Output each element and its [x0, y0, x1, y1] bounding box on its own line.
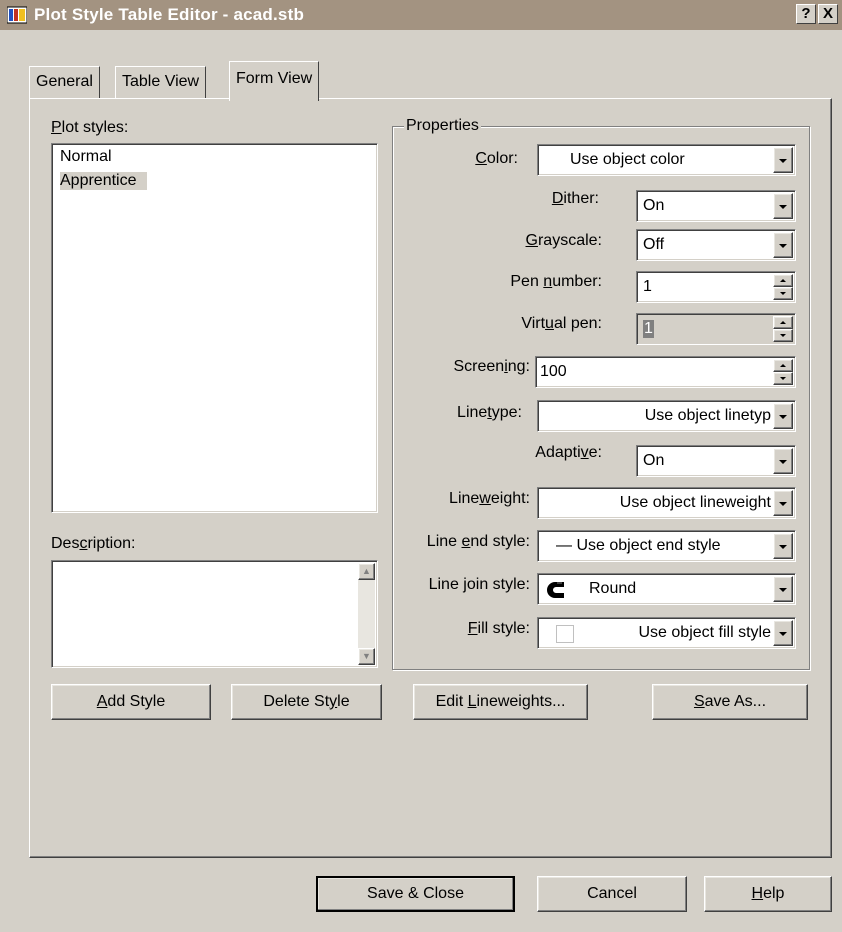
fill-style-label: Fill style: [467, 620, 530, 637]
plot-styles-label: Plot styles: [51, 119, 129, 136]
line-join-style-combo[interactable]: Round [537, 573, 796, 605]
tab-label: Form View [236, 70, 313, 87]
properties-legend: Properties [404, 117, 481, 135]
fill-style-value: Use object fill style [638, 624, 772, 641]
list-item[interactable]: Normal [60, 148, 112, 166]
line-end-style-combo[interactable]: — Use object end style [537, 530, 796, 562]
linetype-value: Use object linetyp [644, 407, 771, 424]
screening-value: 100 [540, 363, 567, 380]
cancel-button[interactable]: Cancel [537, 876, 687, 912]
line-join-style-value: Round [589, 580, 637, 597]
color-combo[interactable]: Use object color [537, 144, 796, 176]
grayscale-value: Off [643, 236, 665, 253]
spin-up-icon[interactable] [773, 274, 793, 287]
line-end-style-label: Line end style: [426, 533, 530, 550]
pen-number-label: Pen number: [510, 273, 602, 290]
chevron-down-icon[interactable] [773, 147, 793, 173]
round-join-icon [547, 582, 564, 598]
window-title: Plot Style Table Editor - acad.stb [34, 5, 305, 24]
save-as-button[interactable]: Save As... [652, 684, 808, 720]
color-label: Color: [475, 150, 518, 167]
tab-form-view[interactable]: Form View [229, 61, 320, 101]
chevron-down-icon[interactable] [773, 193, 793, 219]
lineweight-value: Use object lineweight [619, 494, 771, 511]
title-bar[interactable]: Plot Style Table Editor - acad.stb ? X [0, 0, 842, 30]
spin-down-icon[interactable] [773, 287, 793, 300]
help-title-button[interactable]: ? [796, 4, 816, 24]
chevron-down-icon[interactable] [773, 576, 793, 602]
tab-label: General [36, 73, 93, 90]
plot-styles-list[interactable]: Normal Apprentice [51, 143, 378, 513]
chevron-down-icon[interactable] [773, 533, 793, 559]
linetype-combo[interactable]: Use object linetyp [537, 400, 796, 432]
dither-combo[interactable]: On [636, 190, 796, 222]
chevron-down-icon[interactable] [773, 448, 793, 474]
spin-down-icon[interactable] [773, 329, 793, 342]
tab-general[interactable]: General [29, 66, 100, 98]
description-scrollbar[interactable]: ▲ ▼ [358, 563, 375, 665]
lineweight-label: Lineweight: [449, 490, 530, 507]
virtual-pen-value: 1 [643, 320, 654, 338]
virtual-pen-label: Virtual pen: [521, 315, 602, 332]
chevron-down-icon[interactable] [773, 232, 793, 258]
grayscale-combo[interactable]: Off [636, 229, 796, 261]
spin-down-icon[interactable] [773, 372, 793, 385]
virtual-pen-spinner[interactable]: 1 [636, 313, 796, 345]
list-item[interactable]: Apprentice [60, 172, 147, 190]
spin-up-icon[interactable] [773, 359, 793, 372]
fill-style-combo[interactable]: Use object fill style [537, 617, 796, 649]
description-textarea[interactable]: ▲ ▼ [51, 560, 378, 668]
dither-value: On [643, 197, 665, 214]
tab-label: Table View [122, 73, 200, 90]
pen-number-spinner[interactable]: 1 [636, 271, 796, 303]
line-end-style-value: — Use object end style [556, 537, 721, 554]
chevron-down-icon[interactable] [773, 620, 793, 646]
help-button[interactable]: Help [704, 876, 832, 912]
chevron-down-icon[interactable] [773, 403, 793, 429]
tab-table-view[interactable]: Table View [115, 66, 207, 98]
scroll-up-icon[interactable]: ▲ [358, 563, 375, 580]
description-label: Description: [51, 535, 136, 552]
edit-lineweights-button[interactable]: Edit Lineweights... [413, 684, 588, 720]
adaptive-label: Adaptive: [535, 444, 602, 461]
save-close-button[interactable]: Save & Close [316, 876, 515, 912]
adaptive-value: On [643, 452, 665, 469]
delete-style-button[interactable]: Delete Style [231, 684, 382, 720]
linetype-label: Linetype: [457, 404, 522, 421]
chevron-down-icon[interactable] [773, 490, 793, 516]
line-join-style-label: Line join style: [428, 576, 530, 593]
close-button[interactable]: X [818, 4, 838, 24]
screening-spinner[interactable]: 100 [535, 356, 796, 388]
adaptive-combo[interactable]: On [636, 445, 796, 477]
color-value: Use object color [570, 151, 685, 168]
pen-number-value: 1 [643, 278, 652, 295]
spin-up-icon[interactable] [773, 316, 793, 329]
dither-label: Dither: [551, 190, 599, 207]
lineweight-combo[interactable]: Use object lineweight [537, 487, 796, 519]
fill-swatch-icon [556, 625, 574, 643]
screening-label: Screening: [453, 358, 530, 375]
add-style-button[interactable]: Add Style [51, 684, 211, 720]
grayscale-label: Grayscale: [525, 232, 602, 249]
scroll-down-icon[interactable]: ▼ [358, 648, 375, 665]
plot-style-icon [7, 6, 27, 24]
